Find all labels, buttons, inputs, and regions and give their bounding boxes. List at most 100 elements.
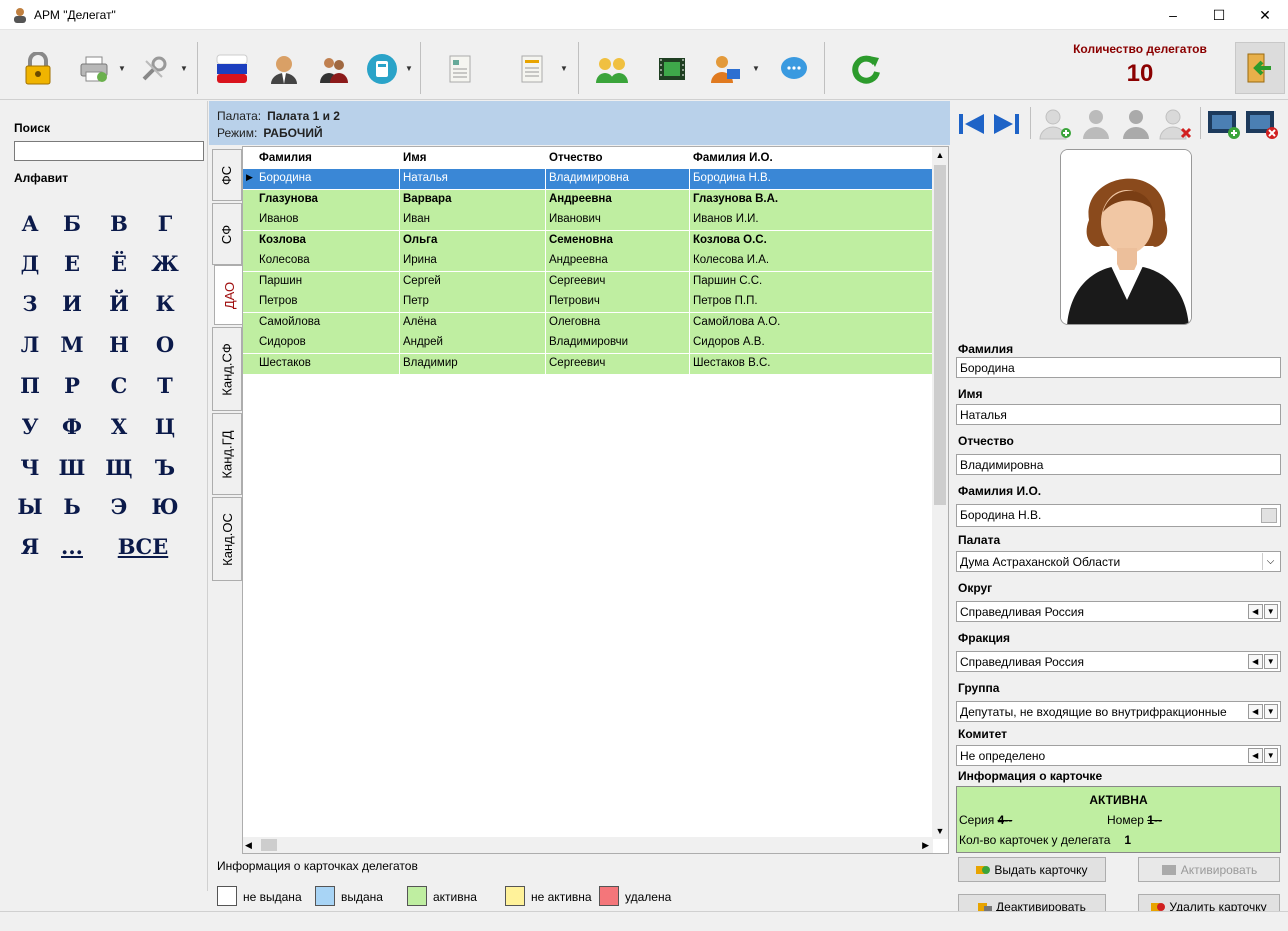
alphabet-letter-32[interactable]: Я — [15, 534, 45, 559]
chamber-select[interactable]: Дума Астраханской Области ⌵ — [956, 551, 1281, 572]
delegate-button[interactable] — [264, 49, 304, 89]
alphabet-letter-34[interactable]: ВСЕ — [108, 534, 178, 559]
settings-button[interactable] — [134, 49, 174, 89]
alphabet-letter-7[interactable]: Ж — [150, 251, 180, 276]
left-arrow-icon[interactable]: ◀ — [1248, 604, 1263, 619]
add-video-icon[interactable] — [1206, 107, 1242, 141]
minimize-button[interactable]: – — [1150, 0, 1196, 30]
alphabet-letter-17[interactable]: Р — [57, 373, 87, 398]
alphabet-letter-0[interactable]: А — [15, 211, 45, 236]
key-lock-button[interactable] — [18, 49, 58, 89]
surname-field[interactable]: Бородина — [956, 357, 1281, 378]
faction-spinner[interactable]: ◀ ▼ — [1248, 654, 1278, 669]
alphabet-letter-14[interactable]: Н — [104, 332, 134, 357]
alphabet-letter-25[interactable]: Ш — [57, 455, 87, 480]
alphabet-letter-15[interactable]: О — [150, 332, 180, 357]
down-arrow-icon[interactable]: ▼ — [1263, 748, 1278, 763]
committee-field[interactable]: Не определено ◀ ▼ — [956, 745, 1281, 766]
column-header-name[interactable]: Имя — [403, 152, 426, 164]
edit-person-icon[interactable] — [1118, 107, 1154, 141]
tab-kand-os[interactable]: Канд.ОС — [212, 497, 242, 581]
alphabet-letter-26[interactable]: Щ — [104, 455, 134, 480]
refresh-button[interactable] — [846, 49, 886, 89]
video-button[interactable] — [652, 49, 692, 89]
down-arrow-icon[interactable]: ▼ — [1263, 654, 1278, 669]
alphabet-letter-13[interactable]: М — [57, 332, 87, 357]
table-row[interactable]: Колесова Ирина Андреевна Колесова И.А. — [243, 251, 933, 271]
alphabet-letter-22[interactable]: Х — [104, 414, 134, 439]
scroll-left-arrow-icon[interactable]: ◀ — [245, 837, 252, 853]
left-arrow-icon[interactable]: ◀ — [1248, 748, 1263, 763]
column-header-short[interactable]: Фамилия И.О. — [693, 152, 773, 164]
print-button[interactable] — [74, 49, 114, 89]
scroll-up-arrow-icon[interactable]: ▲ — [932, 147, 948, 163]
alphabet-letter-5[interactable]: Е — [57, 251, 87, 276]
card-dropdown-arrow-icon[interactable]: ▼ — [405, 64, 413, 73]
maximize-button[interactable]: ☐ — [1196, 0, 1242, 30]
alphabet-letter-24[interactable]: Ч — [15, 455, 45, 480]
alphabet-letter-29[interactable]: Ь — [57, 494, 87, 519]
table-row[interactable]: Шестаков Владимир Сергеевич Шестаков В.С. — [243, 353, 933, 374]
tab-kand-sf[interactable]: Канд.СФ — [212, 327, 242, 411]
alphabet-letter-21[interactable]: Ф — [57, 414, 87, 439]
table-row[interactable]: ▶ Бородина Наталья Владимировна Бородина Н.В… — [243, 169, 933, 189]
short-name-button[interactable] — [1261, 508, 1277, 523]
operator-dropdown-arrow-icon[interactable]: ▼ — [752, 64, 760, 73]
settings-dropdown-arrow-icon[interactable]: ▼ — [180, 64, 188, 73]
alphabet-letter-30[interactable]: Э — [104, 494, 134, 519]
report-doc-button[interactable] — [512, 49, 552, 89]
group-spinner[interactable]: ◀ ▼ — [1248, 704, 1278, 719]
delete-video-icon[interactable] — [1244, 107, 1280, 141]
alphabet-letter-19[interactable]: Т — [150, 373, 180, 398]
committee-spinner[interactable]: ◀ ▼ — [1248, 748, 1278, 763]
close-button[interactable]: ✕ — [1242, 0, 1288, 30]
search-input[interactable] — [14, 141, 204, 161]
alphabet-letter-27[interactable]: Ъ — [150, 455, 180, 480]
left-arrow-icon[interactable]: ◀ — [1248, 704, 1263, 719]
alphabet-letter-12[interactable]: Л — [15, 332, 45, 357]
down-arrow-icon[interactable]: ▼ — [1263, 704, 1278, 719]
person-icon[interactable] — [1078, 107, 1114, 141]
alphabet-letter-18[interactable]: С — [104, 373, 134, 398]
left-arrow-icon[interactable]: ◀ — [1248, 654, 1263, 669]
tab-dao[interactable]: ДАО — [214, 265, 244, 325]
tab-sf[interactable]: СФ — [212, 203, 242, 265]
users-button[interactable] — [592, 49, 632, 89]
alphabet-letter-20[interactable]: У — [15, 414, 45, 439]
tab-kand-gd[interactable]: Канд.ГД — [212, 413, 242, 495]
tab-fs[interactable]: ФС — [212, 149, 242, 201]
hscroll-thumb[interactable] — [261, 839, 277, 851]
exit-button[interactable] — [1235, 42, 1285, 94]
column-header-patronymic[interactable]: Отчество — [549, 152, 602, 164]
alphabet-letter-6[interactable]: Ё — [104, 251, 134, 276]
print-dropdown-arrow-icon[interactable]: ▼ — [118, 64, 126, 73]
group-field[interactable]: Депутаты, не входящие во внутрифракционн… — [956, 701, 1281, 722]
alphabet-letter-8[interactable]: З — [15, 291, 45, 316]
issue-card-button[interactable]: Выдать карточку — [958, 857, 1106, 882]
list-doc-button[interactable] — [440, 49, 480, 89]
alphabet-letter-10[interactable]: Й — [104, 291, 134, 316]
table-row[interactable]: Иванов Иван Иванович Иванов И.И. — [243, 210, 933, 230]
table-row[interactable]: Самойлова Алёна Олеговна Самойлова А.О. — [243, 312, 933, 333]
delete-person-icon[interactable] — [1158, 107, 1194, 141]
district-spinner[interactable]: ◀ ▼ — [1248, 604, 1278, 619]
report-dropdown-arrow-icon[interactable]: ▼ — [560, 64, 568, 73]
operator-button[interactable] — [706, 49, 746, 89]
table-row[interactable]: Сидоров Андрей Владимировчи Сидоров А.В. — [243, 333, 933, 353]
alphabet-letter-28[interactable]: Ы — [15, 494, 45, 519]
activate-button[interactable]: Активировать — [1138, 857, 1280, 882]
delegates-group-button[interactable] — [314, 49, 354, 89]
alphabet-letter-9[interactable]: И — [57, 291, 87, 316]
district-field[interactable]: Справедливая Россия ◀ ▼ — [956, 601, 1281, 622]
name-field[interactable]: Наталья — [956, 404, 1281, 425]
messages-button[interactable] — [774, 49, 814, 89]
scroll-thumb[interactable] — [934, 165, 946, 505]
scroll-right-arrow-icon[interactable]: ▶ — [922, 837, 929, 853]
alphabet-letter-16[interactable]: П — [15, 373, 45, 398]
faction-field[interactable]: Справедливая Россия ◀ ▼ — [956, 651, 1281, 672]
add-person-icon[interactable] — [1038, 107, 1074, 141]
alphabet-letter-33[interactable]: ... — [57, 534, 87, 559]
table-row[interactable]: Козлова Ольга Семеновна Козлова О.С. — [243, 230, 933, 251]
scroll-down-arrow-icon[interactable]: ▼ — [932, 823, 948, 839]
alphabet-letter-23[interactable]: Ц — [150, 414, 180, 439]
